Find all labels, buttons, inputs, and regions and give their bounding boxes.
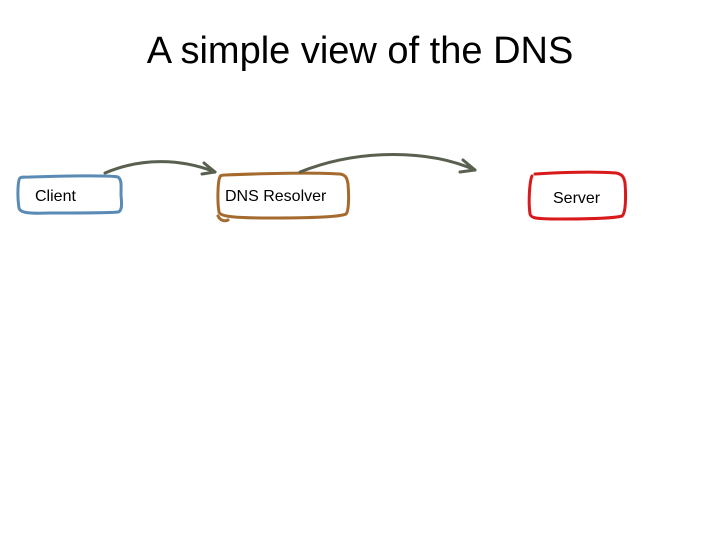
server-label: Server bbox=[553, 190, 600, 208]
dns-diagram bbox=[0, 0, 720, 540]
arrow-client-resolver bbox=[105, 162, 215, 173]
client-label: Client bbox=[35, 188, 76, 206]
resolver-label: DNS Resolver bbox=[225, 188, 326, 206]
arrow-resolver-server bbox=[300, 155, 475, 173]
